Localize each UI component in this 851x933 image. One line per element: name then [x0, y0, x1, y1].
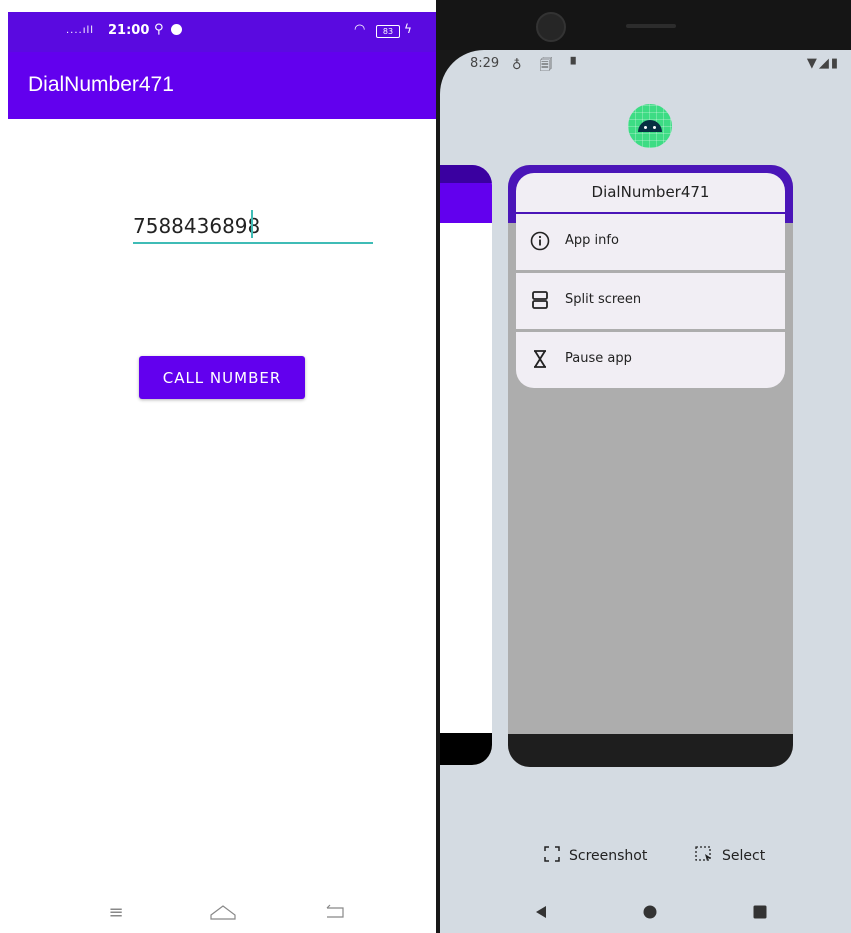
left-phone-screen: ....ıll 21:00 ⚲ ◠ 83 ϟ DialNumber471 CAL…: [8, 12, 436, 933]
speaker-grille: [626, 24, 676, 28]
menu-item-split-screen[interactable]: Split screen: [516, 273, 785, 329]
screenshot-icon: [544, 846, 560, 866]
split-screen-icon: [530, 290, 550, 310]
status-bar: ....ıll 21:00 ⚲ ◠ 83 ϟ: [8, 12, 436, 52]
phone-bezel: [436, 0, 851, 50]
status-time: 8:29: [470, 56, 500, 71]
menu-title: DialNumber471: [516, 173, 785, 212]
signal-icon: ....ıll: [66, 25, 95, 36]
wifi-icon: ◠: [354, 22, 366, 37]
right-phone-frame: 8:29 ♁ 🗐 ▘ ▼◢▮ DialNumber471 App info Sp…: [436, 0, 851, 933]
screenshot-button[interactable]: Screenshot: [544, 846, 647, 866]
charging-icon: ϟ: [404, 22, 412, 36]
select-button[interactable]: Select: [695, 846, 765, 866]
menu-item-label: Pause app: [565, 351, 632, 366]
back-icon[interactable]: [320, 902, 350, 922]
call-number-button[interactable]: CALL NUMBER: [139, 356, 305, 399]
overview-actions: Screenshot Select: [440, 846, 851, 870]
app-bar: DialNumber471: [8, 52, 436, 119]
menu-item-label: Split screen: [565, 292, 642, 307]
hourglass-icon: [530, 349, 550, 369]
screenshot-label: Screenshot: [569, 848, 648, 864]
phone-number-input[interactable]: [133, 210, 373, 244]
back-icon[interactable]: [534, 904, 548, 923]
app-title: DialNumber471: [28, 73, 174, 96]
menu-item-pause-app[interactable]: Pause app: [516, 332, 785, 388]
home-icon[interactable]: [643, 904, 657, 923]
navigation-bar: [440, 892, 851, 932]
status-system-icons: ▼◢▮: [806, 56, 840, 71]
recents-screen: 8:29 ♁ 🗐 ▘ ▼◢▮ DialNumber471 App info Sp…: [440, 50, 851, 933]
camera-icon: [536, 12, 566, 42]
status-time: 21:00: [108, 23, 150, 38]
menu-icon[interactable]: ≡: [101, 902, 131, 923]
battery-level: 83: [376, 25, 400, 38]
app-context-menu: DialNumber471 App info Split screen Paus…: [516, 173, 785, 389]
previous-app-card[interactable]: [440, 165, 492, 765]
select-icon: [695, 846, 713, 866]
text-cursor: [251, 210, 253, 238]
android-icon[interactable]: [628, 104, 672, 148]
notification-icon: [171, 24, 182, 35]
home-icon[interactable]: [208, 902, 238, 922]
status-notification-icons: ♁ 🗐 ▘: [512, 58, 588, 73]
recents-icon[interactable]: [753, 904, 767, 923]
status-bar: 8:29 ♁ 🗐 ▘ ▼◢▮: [470, 56, 840, 76]
select-label: Select: [722, 848, 766, 864]
menu-item-app-info[interactable]: App info: [516, 214, 785, 270]
info-icon: [530, 231, 550, 251]
usb-icon: ⚲: [154, 22, 164, 37]
menu-item-label: App info: [565, 233, 619, 248]
